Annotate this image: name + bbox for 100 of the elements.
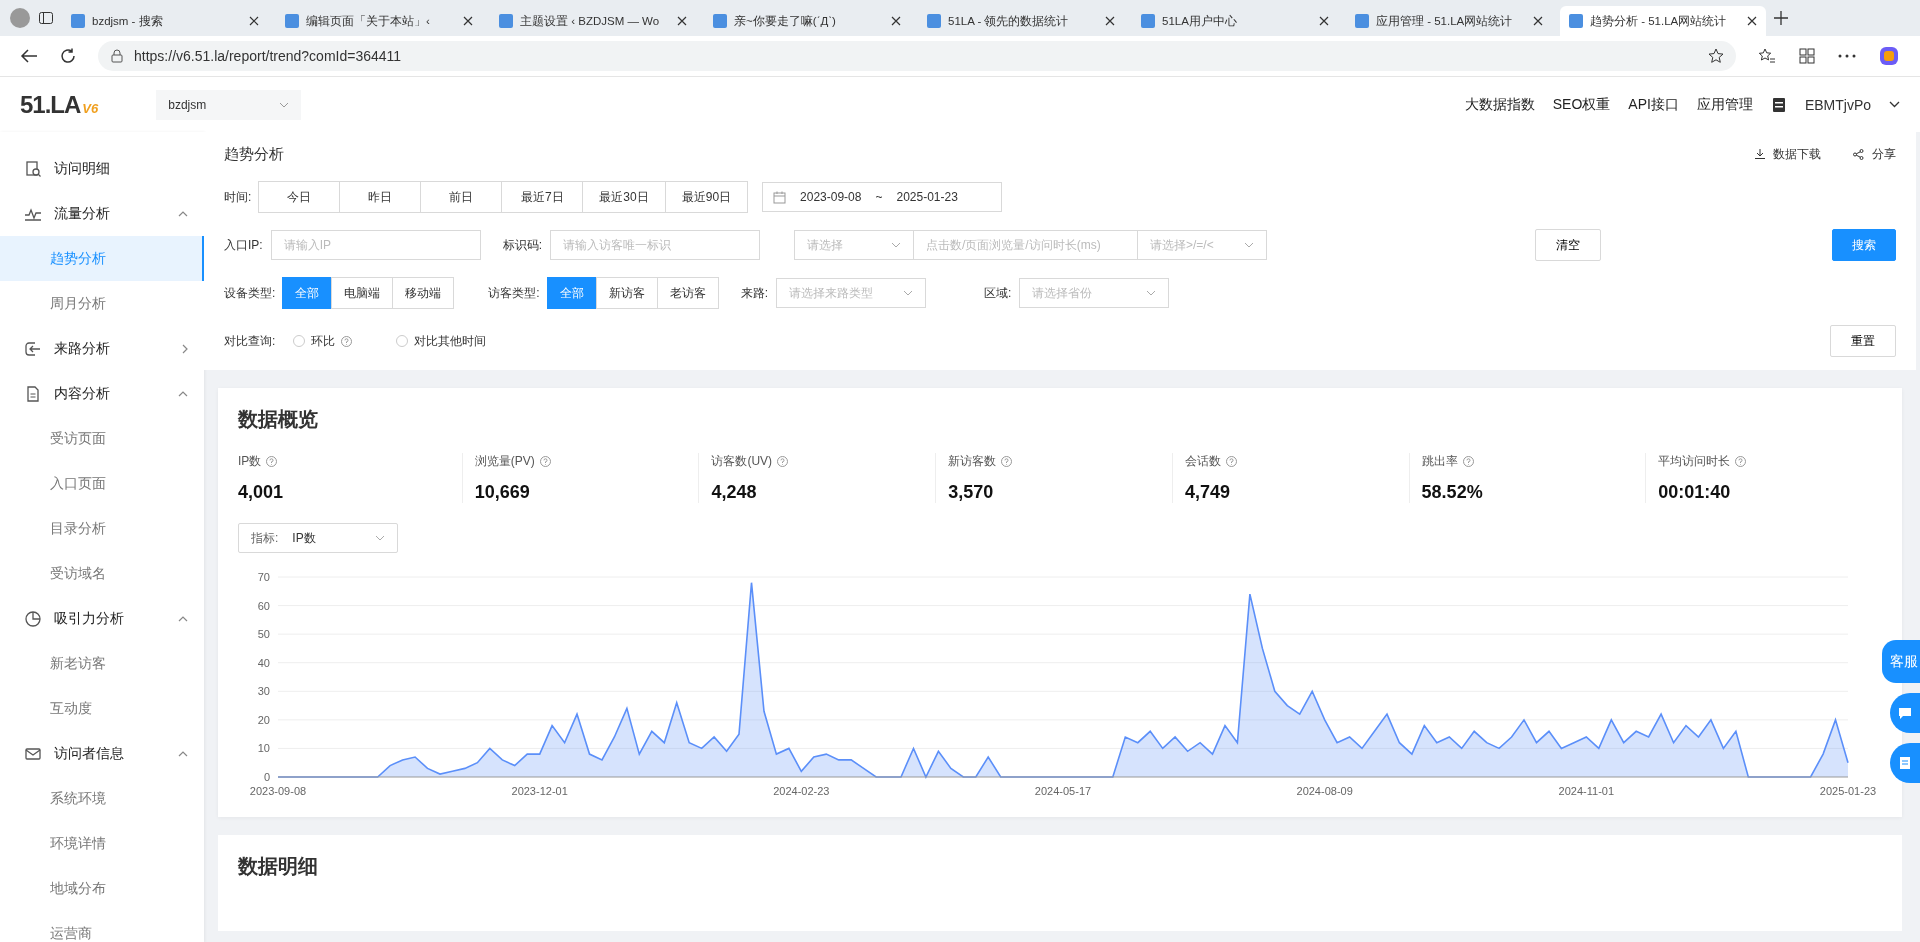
field-label: 设备类型:	[224, 284, 276, 302]
favorites-icon[interactable]	[1758, 48, 1776, 64]
sidebar-subitem[interactable]: 周月分析	[0, 281, 204, 326]
favorite-star-icon[interactable]	[1708, 48, 1724, 64]
y-tick-label: 70	[257, 571, 270, 583]
stat-value: 4,749	[1184, 482, 1231, 503]
sidebar-subitem[interactable]: 互动度	[0, 686, 204, 731]
browser-tab[interactable]: bzdjsm - 搜索	[62, 6, 268, 36]
tab-title: bzdjsm - 搜索	[92, 13, 164, 29]
sidebar-item[interactable]: 内容分析	[0, 371, 204, 416]
sidebar-subitem[interactable]: 受访域名	[0, 551, 204, 596]
sidebar-subitem[interactable]: 地域分布	[0, 866, 204, 911]
time-range-button[interactable]: 最近7日	[501, 181, 584, 213]
address-field[interactable]: https://v6.51.la/report/trend?comId=364411	[98, 41, 1736, 71]
x-tick-label: 2024-02-23	[773, 785, 830, 797]
logo[interactable]: 51.LAV6	[20, 90, 99, 119]
back-icon[interactable]	[20, 48, 38, 64]
nav-link[interactable]: API接口	[1628, 95, 1679, 114]
browser-tab[interactable]: 51LA用户中心	[1132, 6, 1338, 36]
close-icon[interactable]	[1747, 16, 1757, 26]
nav-link[interactable]: SEO权重	[1552, 95, 1611, 114]
sidebar-item[interactable]: 流量分析	[0, 191, 204, 236]
device-type-option[interactable]: 电脑端	[331, 277, 394, 309]
new-tab-icon[interactable]	[1774, 11, 1788, 25]
copilot-icon[interactable]	[1878, 45, 1900, 67]
favicon-icon	[1141, 14, 1155, 28]
visitor-type-option[interactable]: 新访客	[595, 277, 658, 309]
more-icon[interactable]	[1838, 54, 1856, 58]
sidebar-item[interactable]: 吸引力分析	[0, 596, 204, 641]
page-title: 趋势分析	[224, 144, 284, 164]
y-tick-label: 20	[257, 713, 270, 726]
share-link[interactable]: 分享	[1853, 145, 1896, 163]
clear-button[interactable]: 清空	[1535, 229, 1601, 261]
browser-tab[interactable]: 编辑页面「关于本站」‹	[276, 6, 482, 36]
close-icon[interactable]	[1105, 16, 1115, 26]
sidebar-item[interactable]: 访问明细	[0, 146, 204, 191]
help-icon[interactable]	[1225, 456, 1237, 467]
browser-tab[interactable]: 应用管理 - 51.LA网站统计	[1346, 6, 1552, 36]
refresh-icon[interactable]	[60, 48, 76, 64]
metric-dropdown[interactable]: 指标: IP数	[238, 523, 398, 553]
x-tick-label: 2023-09-08	[249, 785, 307, 797]
sidebar-subitem[interactable]: 新老访客	[0, 641, 204, 686]
caret-icon	[903, 290, 914, 296]
tab-actions-icon[interactable]	[38, 10, 54, 26]
browser-tab[interactable]: 51LA - 领先的数据统计	[918, 6, 1124, 36]
help-icon[interactable]	[1735, 456, 1747, 467]
tab-title: 51LA用户中心	[1162, 13, 1238, 29]
close-icon[interactable]	[249, 16, 259, 26]
time-range-button[interactable]: 前日	[420, 181, 503, 213]
download-icon	[1755, 149, 1765, 159]
close-icon[interactable]	[1533, 16, 1543, 26]
time-range-button[interactable]: 今日	[258, 181, 341, 213]
field-label: 对比查询:	[224, 332, 276, 350]
help-icon[interactable]	[341, 335, 353, 347]
sidebar-item[interactable]: 来路分析	[0, 326, 204, 371]
sidebar-subitem[interactable]: 环境详情	[0, 821, 204, 866]
tab-title: 主题设置 ‹ BZDJSM — Wo	[520, 13, 661, 29]
time-range-button[interactable]: 最近90日	[664, 181, 749, 213]
field-label: 时间:	[224, 188, 252, 206]
ip-input-field[interactable]: 请输入IP	[270, 230, 481, 260]
help-icon[interactable]	[266, 456, 278, 467]
stat-label: 新访客数	[948, 453, 997, 470]
sidebar-subitem[interactable]: 目录分析	[0, 506, 204, 551]
user-menu[interactable]: EBMTjvPo	[1804, 96, 1871, 113]
browser-tab[interactable]: 主题设置 ‹ BZDJSM — Wo	[490, 6, 696, 36]
help-icon[interactable]	[777, 456, 789, 467]
value-input-field[interactable]: 点击数/页面浏览量/访问时长(ms)	[913, 230, 1138, 260]
extensions-icon[interactable]	[1798, 47, 1816, 65]
help-icon[interactable]	[1001, 456, 1013, 467]
help-icon[interactable]	[539, 456, 551, 467]
browser-tab[interactable]: 趋势分析 - 51.LA网站统计	[1560, 6, 1766, 36]
help-icon[interactable]	[1462, 456, 1474, 467]
user-icon	[1770, 96, 1787, 113]
sidebar-item[interactable]: 访问者信息	[0, 731, 204, 776]
device-type-option[interactable]: 移动端	[392, 277, 455, 309]
time-range-button[interactable]: 昨日	[339, 181, 422, 213]
sidebar-subitem[interactable]: 受访页面	[0, 416, 204, 461]
nav-link[interactable]: 应用管理	[1696, 95, 1753, 114]
close-icon[interactable]	[891, 16, 901, 26]
stat-label: 平均访问时长	[1658, 453, 1731, 470]
time-range-button[interactable]: 最近30日	[582, 181, 666, 213]
close-icon[interactable]	[677, 16, 687, 26]
site-select[interactable]: bzdjsm	[156, 89, 302, 120]
sidebar-subitem[interactable]: 运营商	[0, 911, 204, 942]
nav-link[interactable]: 大数据指数	[1464, 95, 1535, 114]
sidebar-subitem[interactable]: 系统环境	[0, 776, 204, 821]
site-info-icon[interactable]	[110, 49, 124, 63]
date-range-field[interactable]: 2023-09-08 ~ 2025-01-23	[762, 182, 1003, 212]
caret-icon	[1244, 242, 1254, 248]
download-link[interactable]: 数据下载	[1755, 145, 1821, 163]
tab-title: 趋势分析 - 51.LA网站统计	[1590, 13, 1728, 29]
close-icon[interactable]	[463, 16, 473, 26]
calendar-icon	[773, 190, 787, 204]
tab-title: 51LA - 领先的数据统计	[948, 13, 1070, 29]
visitor-type-option[interactable]: 老访客	[656, 277, 719, 309]
browser-tab[interactable]: 亲~你要走了嘛(ˊДˋ)	[704, 6, 910, 36]
reset-button[interactable]: 重置	[1830, 325, 1896, 357]
caret-icon[interactable]	[1889, 101, 1900, 108]
close-icon[interactable]	[1319, 16, 1329, 26]
sidebar-subitem[interactable]: 入口页面	[0, 461, 204, 506]
